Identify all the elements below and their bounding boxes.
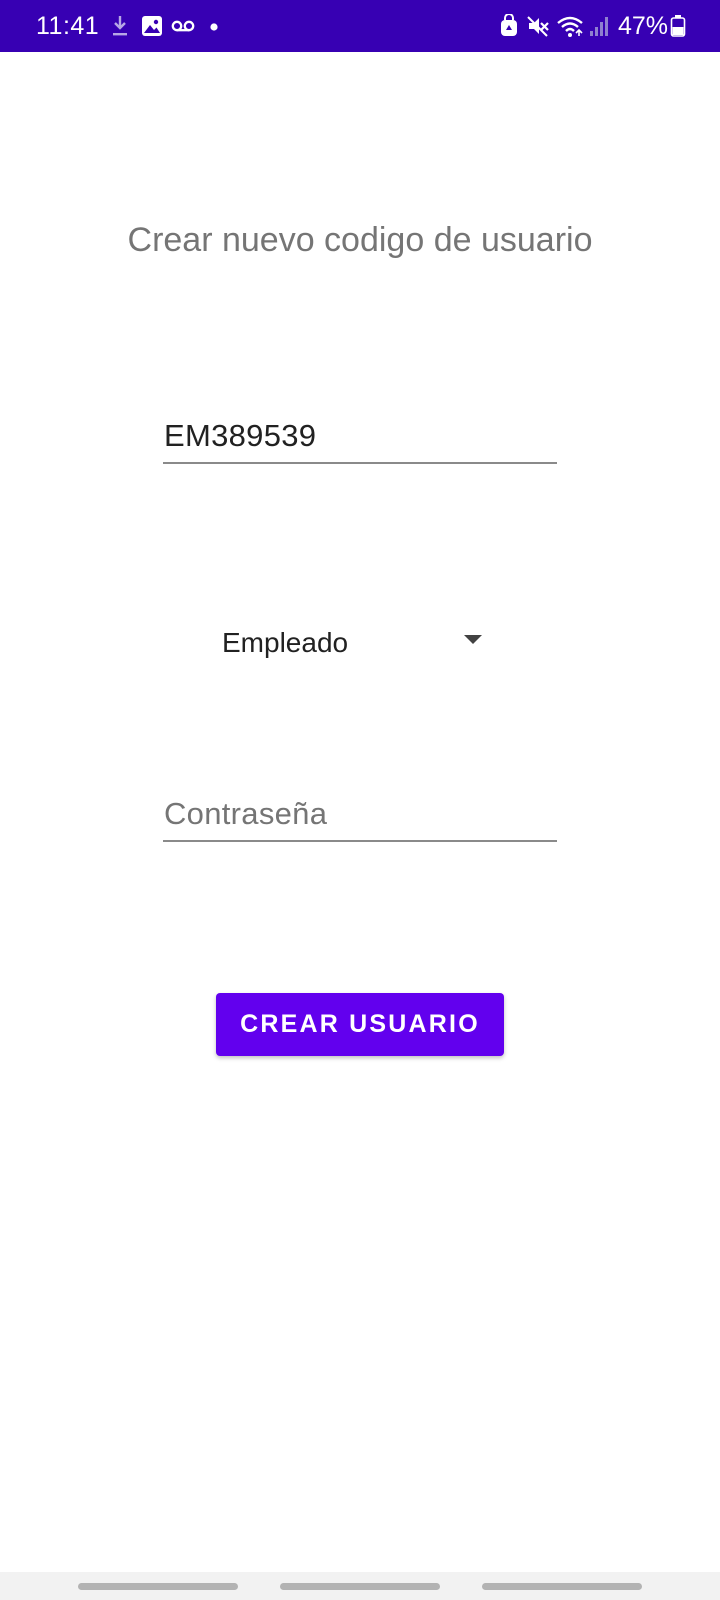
user-code-value: EM389539	[164, 418, 317, 453]
create-user-button[interactable]: CREAR USUARIO	[216, 993, 504, 1056]
nav-handle-right[interactable]	[482, 1583, 642, 1590]
battery-icon	[670, 15, 686, 37]
user-code-field[interactable]: EM389539	[163, 410, 557, 464]
navigation-bar	[0, 1572, 720, 1600]
dropdown-arrow-icon	[464, 635, 482, 644]
image-icon	[142, 16, 162, 36]
notification-dot-icon	[210, 23, 218, 31]
nav-handle-left[interactable]	[78, 1583, 238, 1590]
nav-handle-center[interactable]	[280, 1583, 440, 1590]
role-spinner[interactable]: Empleado	[206, 616, 496, 672]
wifi-icon	[557, 16, 583, 37]
role-selected-value: Empleado	[222, 627, 349, 658]
battery-percent: 47%	[618, 12, 669, 40]
status-time: 11:41	[36, 12, 100, 40]
voicemail-icon	[171, 20, 195, 32]
download-icon	[113, 16, 127, 36]
mute-icon	[527, 16, 549, 37]
signal-icon	[590, 17, 608, 36]
password-placeholder: Contraseña	[164, 796, 328, 831]
status-bar: 11:41 47%	[0, 0, 720, 52]
password-field[interactable]: Contraseña	[163, 788, 557, 842]
battery-saver-icon	[501, 14, 517, 36]
page-title: Crear nuevo codigo de usuario	[127, 221, 593, 259]
